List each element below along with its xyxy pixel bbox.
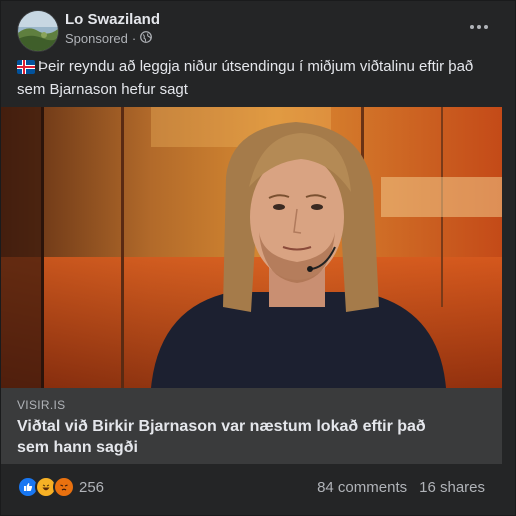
meta-separator: · — [131, 31, 137, 46]
post-meta: Sponsored · — [65, 31, 153, 46]
post-caption: Þeir reyndu að leggja niður útsendingu í… — [17, 57, 501, 100]
more-options-button[interactable] — [461, 13, 497, 41]
iceland-flag-icon — [17, 60, 35, 80]
post-header: Lo Swaziland Sponsored · — [17, 9, 503, 53]
reaction-icons[interactable] — [17, 476, 75, 498]
page-avatar[interactable] — [17, 10, 59, 52]
reaction-count[interactable]: 256 — [79, 479, 104, 496]
link-title[interactable]: Viðtal við Birkir Bjarnason var næstum l… — [17, 416, 457, 458]
sponsored-label[interactable]: Sponsored — [65, 31, 128, 46]
post-image[interactable] — [1, 107, 502, 388]
engagement-bar: 256 84 comments 16 shares — [17, 471, 485, 503]
shares-count[interactable]: 16 shares — [419, 479, 485, 496]
page-name[interactable]: Lo Swaziland — [65, 11, 160, 28]
comments-count[interactable]: 84 comments — [317, 479, 407, 496]
ellipsis-icon — [470, 25, 488, 29]
post-card: Lo Swaziland Sponsored · Þeir reyndu að … — [0, 0, 516, 516]
link-domain: VISIR.IS — [17, 398, 66, 412]
caption-text: Þeir reyndu að leggja niður útsendingu í… — [17, 58, 474, 98]
link-preview[interactable]: VISIR.IS Viðtal við Birkir Bjarnason var… — [1, 388, 502, 464]
comment-share-counts: 84 comments 16 shares — [317, 479, 485, 496]
globe-icon[interactable] — [140, 31, 153, 46]
angry-icon — [53, 476, 75, 498]
